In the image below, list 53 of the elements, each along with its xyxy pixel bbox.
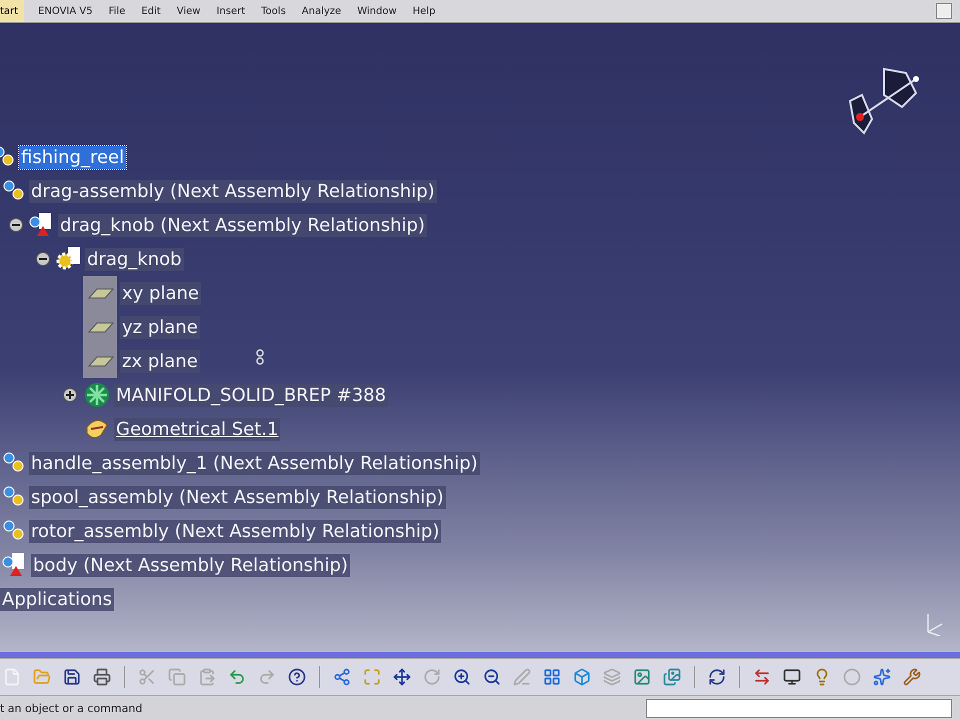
window-control[interactable]: [936, 3, 952, 19]
tree-item[interactable]: zx plane: [120, 350, 200, 372]
body-icon: [83, 381, 111, 409]
expand-toggle[interactable]: [63, 388, 77, 402]
zoom-in-icon[interactable]: [453, 668, 471, 686]
tree-item[interactable]: rotor_assembly (Next Assembly Relationship): [29, 520, 442, 542]
grid-icon[interactable]: [543, 668, 561, 686]
menu-item[interactable]: Tools: [253, 6, 294, 16]
menu-item[interactable]: Insert: [208, 6, 254, 16]
sparkles-icon[interactable]: [873, 668, 891, 686]
tree-item[interactable]: yz plane: [120, 316, 200, 338]
collapse-toggle[interactable]: [9, 218, 23, 232]
menu-item[interactable]: Edit: [133, 6, 169, 16]
command-field[interactable]: [646, 698, 952, 718]
tree-item[interactable]: fishing_reel: [19, 146, 126, 168]
images-icon[interactable]: [663, 668, 681, 686]
tree-item[interactable]: drag_knob: [85, 248, 184, 270]
tree-item[interactable]: MANIFOLD_SOLID_BREP #388: [114, 384, 388, 406]
save-icon[interactable]: [63, 668, 81, 686]
printer-icon[interactable]: [93, 668, 111, 686]
tree-item[interactable]: drag_knob (Next Assembly Relationship): [58, 214, 427, 236]
cursor-icon: [254, 349, 266, 365]
monitor-icon[interactable]: [783, 668, 801, 686]
image-icon[interactable]: [633, 668, 651, 686]
collapse-toggle[interactable]: [36, 252, 50, 266]
tree-item[interactable]: Applications: [0, 588, 114, 610]
tree-item[interactable]: drag-assembly (Next Assembly Relationship): [29, 180, 437, 202]
fit-all-icon[interactable]: [363, 668, 381, 686]
menu-item[interactable]: ENOVIA V5: [30, 6, 101, 16]
menu-item[interactable]: Window: [349, 6, 405, 16]
tree-item[interactable]: handle_assembly_1 (Next Assembly Relationship): [29, 452, 480, 474]
tree-item[interactable]: xy plane: [120, 282, 201, 304]
network-icon[interactable]: [333, 668, 351, 686]
menu-item[interactable]: Help: [404, 6, 444, 16]
pan-icon[interactable]: [393, 668, 411, 686]
tree-item[interactable]: spool_assembly (Next Assembly Relationship): [29, 486, 446, 508]
tree-item[interactable]: Geometrical Set.1: [114, 418, 280, 440]
wrench-icon[interactable]: [903, 668, 921, 686]
plane-icon: [83, 344, 117, 378]
zoom-out-icon[interactable]: [483, 668, 501, 686]
cube-icon[interactable]: [573, 668, 591, 686]
start-button[interactable]: tart: [0, 0, 24, 22]
menu-item[interactable]: Analyze: [294, 6, 350, 16]
plane-icon: [83, 276, 117, 310]
undo-icon[interactable]: [228, 668, 246, 686]
menu-item[interactable]: File: [100, 6, 134, 16]
tree-item[interactable]: body (Next Assembly Relationship): [31, 554, 350, 576]
refresh-icon[interactable]: [708, 668, 726, 686]
arrows-icon[interactable]: [753, 668, 771, 686]
menu-item[interactable]: View: [168, 6, 208, 16]
help-icon[interactable]: [288, 668, 306, 686]
gear-icon: [56, 246, 82, 272]
status-prompt: t an object or a command: [0, 702, 144, 714]
